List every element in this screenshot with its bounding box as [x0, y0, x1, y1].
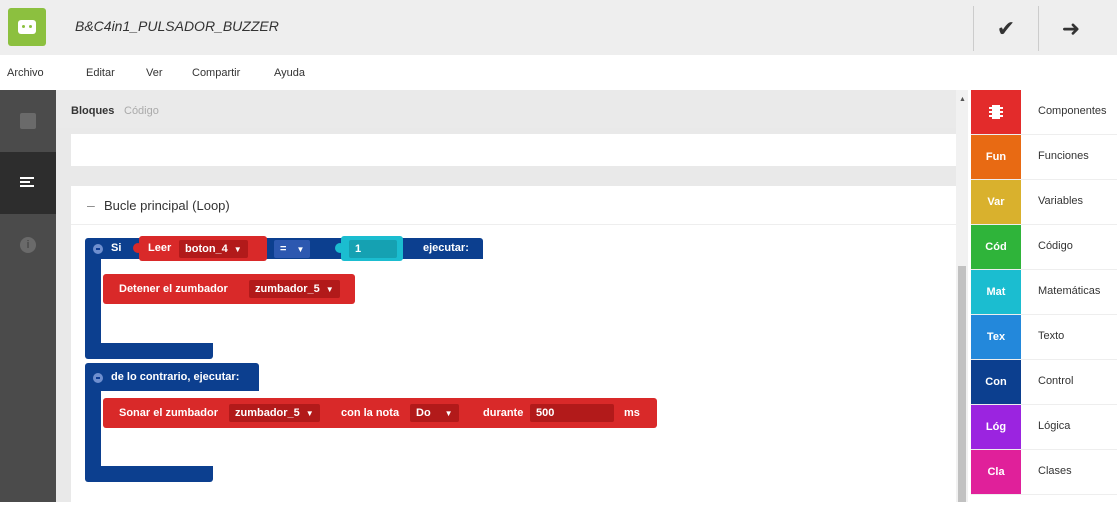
- menu-bar: Archivo Editar Ver Compartir Ayuda: [0, 57, 1117, 90]
- block-categories: Componentes Fun Funciones Var Variables …: [971, 90, 1117, 502]
- menu-compartir[interactable]: Compartir: [192, 67, 240, 79]
- else-block-foot: [85, 466, 213, 482]
- category-componentes[interactable]: Componentes: [971, 90, 1117, 135]
- chevron-down-icon: ▼: [325, 284, 334, 294]
- category-label: Componentes: [1038, 105, 1107, 117]
- category-abbr: Cód: [971, 225, 1021, 269]
- category-texto[interactable]: Tex Texto: [971, 315, 1117, 360]
- menu-ayuda[interactable]: Ayuda: [274, 67, 305, 79]
- loop-title: Bucle principal (Loop): [104, 198, 230, 213]
- category-abbr: Cla: [971, 450, 1021, 494]
- leer-label: Leer: [148, 242, 172, 254]
- info-icon: i: [20, 237, 36, 253]
- chevron-down-icon: ▼: [444, 408, 453, 418]
- menu-archivo[interactable]: Archivo: [7, 67, 44, 79]
- sonar-label: Sonar el zumbador: [119, 407, 219, 419]
- project-title[interactable]: B&C4in1_PULSADOR_BUZZER: [75, 18, 279, 34]
- loop-section: – Bucle principal (Loop) Si Leer boton_4…: [71, 186, 956, 506]
- rail-info[interactable]: i: [0, 214, 56, 276]
- durante-label: durante: [483, 407, 524, 419]
- rail-hardware[interactable]: [0, 90, 56, 152]
- note-dropdown[interactable]: Do ▼: [410, 404, 459, 422]
- if-block-spine: [85, 259, 101, 343]
- category-funciones[interactable]: Fun Funciones: [971, 135, 1117, 180]
- category-componentes-swatch: [971, 90, 1021, 134]
- category-label: Código: [1038, 240, 1073, 252]
- category-label: Lógica: [1038, 420, 1071, 432]
- menu-ver[interactable]: Ver: [146, 67, 163, 79]
- category-variables[interactable]: Var Variables: [971, 180, 1117, 225]
- buzzer-dropdown-2-value: zumbador_5: [235, 407, 300, 419]
- chevron-down-icon: ▼: [296, 244, 305, 254]
- number-input[interactable]: 1: [349, 240, 397, 258]
- category-abbr: Con: [971, 360, 1021, 404]
- category-abbr: Tex: [971, 315, 1021, 359]
- detener-label: Detener el zumbador: [119, 283, 228, 295]
- arrow-right-icon: ➜: [1061, 15, 1081, 41]
- category-matematicas[interactable]: Mat Matemáticas: [971, 270, 1117, 315]
- si-label: Si: [111, 242, 122, 254]
- category-label: Matemáticas: [1038, 285, 1101, 297]
- upload-button[interactable]: ➜: [1038, 6, 1103, 51]
- category-logica[interactable]: Lóg Lógica: [971, 405, 1117, 450]
- nota-label: con la nota: [341, 407, 400, 419]
- loop-header[interactable]: – Bucle principal (Loop): [71, 186, 956, 225]
- scroll-up-icon[interactable]: ▲: [959, 96, 966, 103]
- duration-input[interactable]: 500: [530, 404, 614, 422]
- chevron-down-icon: ▼: [305, 408, 314, 418]
- else-label: de lo contrario, ejecutar:: [111, 371, 240, 383]
- category-label: Texto: [1038, 330, 1065, 342]
- lines-icon: [20, 177, 34, 187]
- left-rail: i: [0, 90, 56, 502]
- collapse-icon[interactable]: –: [87, 197, 95, 213]
- verify-button[interactable]: ✔: [973, 6, 1038, 51]
- category-label: Variables: [1038, 195, 1084, 207]
- ms-label: ms: [624, 407, 640, 419]
- category-codigo[interactable]: Cód Código: [971, 225, 1117, 270]
- workspace-scrollbar[interactable]: ▲: [956, 90, 968, 502]
- scrollbar-thumb[interactable]: [958, 266, 966, 502]
- app-logo-icon[interactable]: [8, 8, 46, 46]
- buzzer-dropdown-1[interactable]: zumbador_5 ▼: [249, 280, 340, 298]
- workspace: Bloques Código – Bucle principal (Loop) …: [56, 90, 956, 506]
- ejecutar-label: ejecutar:: [423, 242, 469, 254]
- category-abbr: Lóg: [971, 405, 1021, 449]
- tab-bloques[interactable]: Bloques: [71, 105, 114, 117]
- global-declarations-area[interactable]: [71, 134, 956, 166]
- if-block-foot: [85, 343, 213, 359]
- category-abbr: Fun: [971, 135, 1021, 179]
- else-block-spine: [85, 391, 101, 466]
- tab-codigo[interactable]: Código: [124, 105, 159, 117]
- checkmark-icon: ✔: [996, 15, 1016, 41]
- operator-value: =: [280, 243, 287, 255]
- buzzer-dropdown-1-value: zumbador_5: [255, 283, 320, 295]
- buzzer-dropdown-2[interactable]: zumbador_5 ▼: [229, 404, 320, 422]
- category-label: Clases: [1038, 465, 1072, 477]
- category-label: Control: [1038, 375, 1074, 387]
- duration-value: 500: [536, 407, 555, 419]
- category-control[interactable]: Con Control: [971, 360, 1117, 405]
- menu-editar[interactable]: Editar: [86, 67, 115, 79]
- number-value: 1: [355, 243, 362, 255]
- button-dropdown-value: boton_4: [185, 243, 228, 255]
- collapse-if-icon[interactable]: [93, 244, 103, 254]
- number-block-connector: [335, 243, 345, 253]
- chip-icon: [20, 113, 36, 129]
- chip-icon: [989, 105, 1003, 119]
- read-block-connector: [133, 243, 143, 253]
- note-value: Do: [416, 407, 431, 419]
- button-dropdown[interactable]: boton_4 ▼: [179, 240, 248, 258]
- category-clases[interactable]: Cla Clases: [971, 450, 1117, 495]
- top-bar: B&C4in1_PULSADOR_BUZZER ✔ ➜: [0, 0, 1117, 55]
- operator-dropdown[interactable]: = ▼: [274, 240, 311, 258]
- chevron-down-icon: ▼: [233, 244, 242, 254]
- category-abbr: Var: [971, 180, 1021, 224]
- collapse-else-icon[interactable]: [93, 373, 103, 383]
- view-tabs: Bloques Código: [56, 90, 956, 128]
- rail-software[interactable]: [0, 152, 56, 214]
- category-abbr: Mat: [971, 270, 1021, 314]
- category-label: Funciones: [1038, 150, 1089, 162]
